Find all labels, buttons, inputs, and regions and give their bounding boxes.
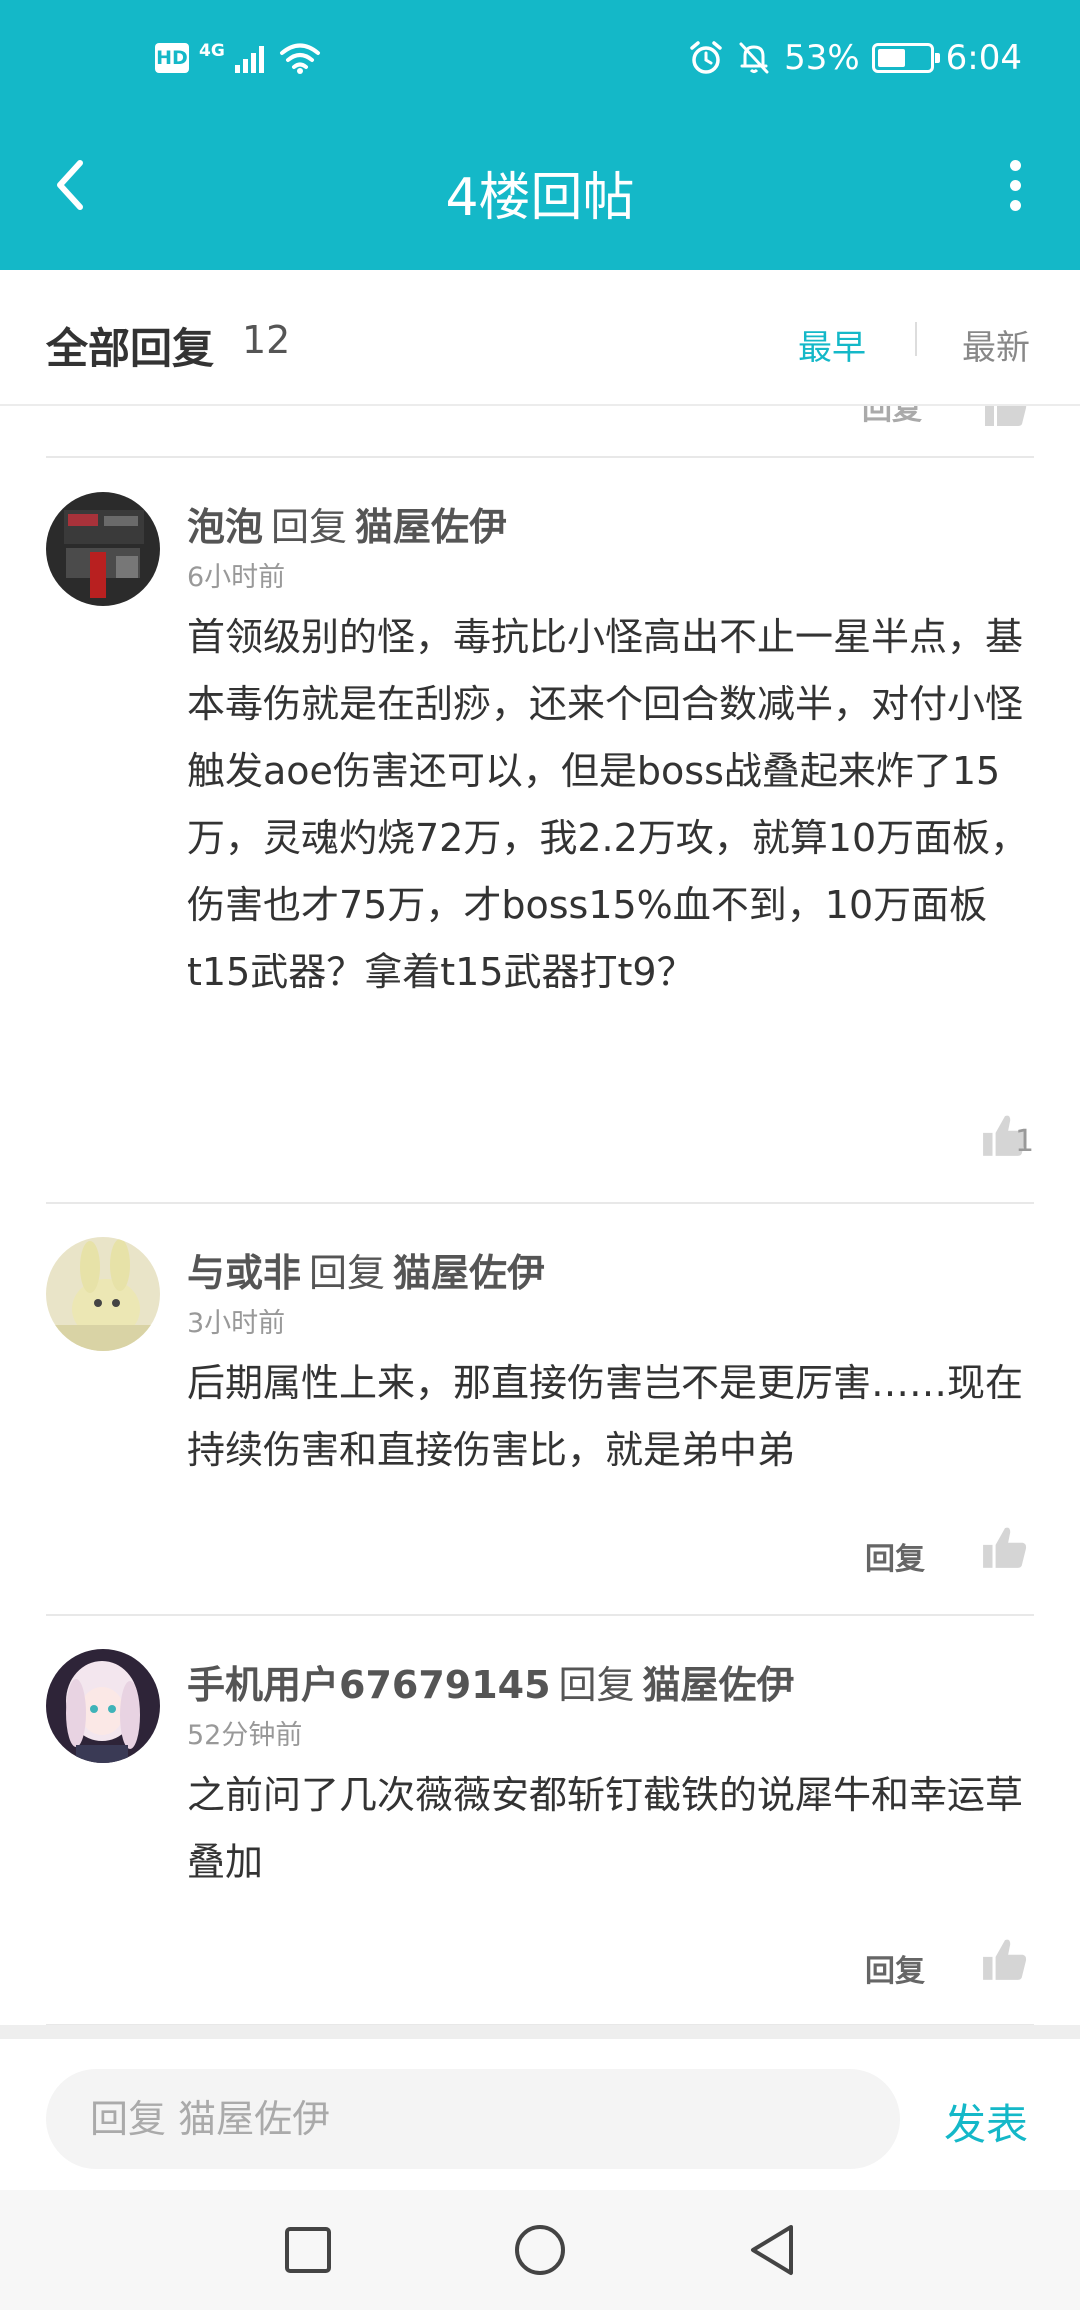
reply-target[interactable]: 猫屋佐伊 [393,1251,545,1295]
reply-header: 泡泡 回复 猫屋佐伊 [187,496,507,551]
sort-divider [915,322,917,356]
network-label: 4G [199,41,225,61]
more-vertical-icon [1009,159,1021,171]
bell-off-icon [739,42,769,74]
reply-time: 3小时前 [187,1308,286,1339]
reply-time: 6小时前 [187,562,286,593]
reply-input[interactable] [46,2069,900,2169]
reply-button[interactable]: 回复 [865,1534,925,1578]
all-replies-title: 全部回复 [46,324,215,373]
reply-author[interactable]: 与或非 [187,1251,301,1295]
alarm-icon [690,41,722,74]
nav-bar: 4楼回帖 [0,125,1080,245]
submit-button[interactable]: 发表 [944,2091,1028,2152]
reply-count: 12 [242,318,291,362]
avatar-image [46,1649,160,1763]
sort-earliest-tab[interactable]: 最早 [798,320,866,369]
reply-target[interactable]: 猫屋佐伊 [643,1663,795,1707]
battery-level-fill [877,49,905,67]
page-title: 4楼回帖 [445,168,635,228]
row-divider [46,1614,1034,1616]
status-bar: HD 4G 53% 6:04 [0,0,1080,125]
reply-author[interactable]: 泡泡 [187,505,263,549]
reply-author[interactable]: 手机用户67679145 [187,1663,551,1707]
reply-time: 52分钟前 [187,1720,303,1751]
filter-bar: 全部回复 12 最早 最新 [0,270,1080,406]
reply-content: 之前问了几次薇薇安都斩钉截铁的说犀牛和幸运草叠加 [187,1773,1024,1884]
system-nav-bar [0,2190,1080,2310]
reply-button[interactable]: 回复 [862,406,922,428]
avatar-image [46,1237,160,1351]
row-divider [46,1202,1034,1204]
thumbs-up-icon[interactable] [980,1524,1030,1572]
status-left: HD 4G [155,41,321,74]
avatar[interactable] [46,1649,160,1763]
more-button[interactable] [990,150,1040,220]
clock-time: 6:04 [945,38,1022,78]
avatar[interactable] [46,1237,160,1351]
app-header: HD 4G 53% 6:04 4楼回帖 [0,0,1080,270]
hd-badge: HD [155,43,189,73]
reply-target[interactable]: 猫屋佐伊 [355,505,507,549]
partial-reply-row: 回复 [0,406,1080,458]
square-icon [285,2227,331,2273]
reply-verb: 回复 [309,1251,386,1295]
status-right: 53% 6:04 [688,38,1022,78]
thumbs-up-icon[interactable] [980,1936,1030,1984]
avatar-image [46,492,160,606]
like-count: 1 [1015,1124,1035,1159]
sort-latest-tab[interactable]: 最新 [962,320,1030,369]
reply-verb: 回复 [558,1663,635,1707]
home-button[interactable] [510,2220,570,2280]
reply-content: 首领级别的怪，毒抗比小怪高出不止一星半点，基本毒伤就是在刮痧，还来个回合数减半，… [187,615,1029,994]
row-divider [46,456,1034,458]
back-nav-button[interactable] [742,2220,802,2280]
battery-icon [871,43,940,73]
more-vertical-icon [1009,179,1021,191]
reply-header: 与或非 回复 猫屋佐伊 [187,1242,545,1297]
reply-verb: 回复 [271,505,348,549]
reply-input-bar: 发表 [0,2039,1080,2190]
recent-apps-button[interactable] [278,2220,338,2280]
wifi-icon [279,43,320,74]
avatar[interactable] [46,492,160,606]
reply-button[interactable]: 回复 [865,1946,925,1990]
reply-content: 后期属性上来，那直接伤害岂不是更厉害……现在持续伤害和直接伤害比，就是弟中弟 [187,1361,1024,1472]
reply-header: 手机用户67679145 回复 猫屋佐伊 [187,1654,795,1709]
circle-icon [515,2225,565,2275]
input-separator [0,2025,1080,2039]
more-vertical-icon [1009,199,1021,211]
battery-percent: 53% [784,38,860,78]
triangle-back-icon [751,2225,793,2275]
signal-icon [234,46,264,73]
thumbs-up-icon[interactable] [983,406,1029,430]
